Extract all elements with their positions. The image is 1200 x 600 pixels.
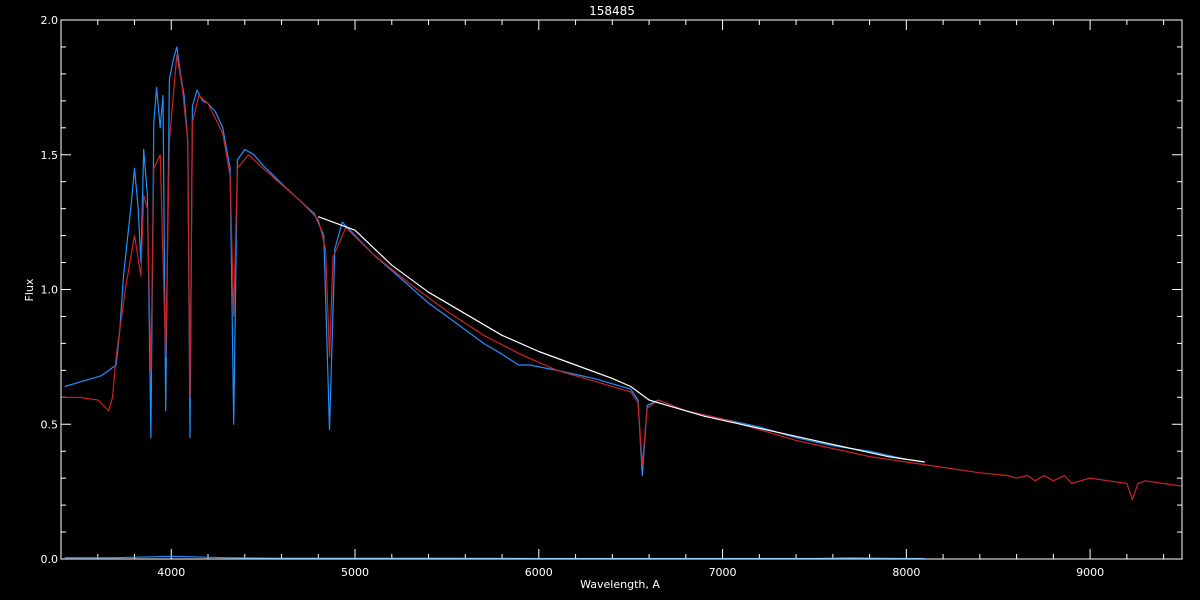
y-tick-label: 0.5: [41, 418, 59, 431]
chart-title: 158485: [589, 4, 635, 18]
y-axis-label: Flux: [23, 278, 36, 301]
x-tick-label: 4000: [157, 566, 185, 579]
x-tick-label: 6000: [525, 566, 553, 579]
observed-spectrum-line: [64, 46, 925, 477]
series-layer: [61, 46, 1183, 560]
chart-root: 158485 Wavelength, A Flux 4000 5000 6000 70…: [0, 0, 1200, 600]
x-axis-label: Wavelength, A: [580, 578, 660, 591]
x-tick-label: 8000: [892, 566, 920, 579]
y-tick-label: 0.0: [41, 553, 59, 566]
x-tick-label: 9000: [1076, 566, 1104, 579]
plot-frame: [60, 19, 1183, 560]
y-tick-label: 1.0: [41, 284, 59, 297]
y-tick-label: 2.0: [41, 14, 59, 27]
y-tick-label: 1.5: [41, 149, 59, 162]
x-tick-label: 7000: [709, 566, 737, 579]
model-spectrum-line: [61, 54, 1183, 501]
spectrum-chart: 158485 Wavelength, A Flux 4000 5000 6000 70…: [23, 4, 1183, 591]
x-tick-label: 5000: [341, 566, 369, 579]
axis-ticks: 4000 5000 6000 7000 8000 9000 0.0 0.5 1.0 1.5 2.0: [41, 14, 1182, 579]
secondary-spectrum-line: [318, 216, 925, 463]
